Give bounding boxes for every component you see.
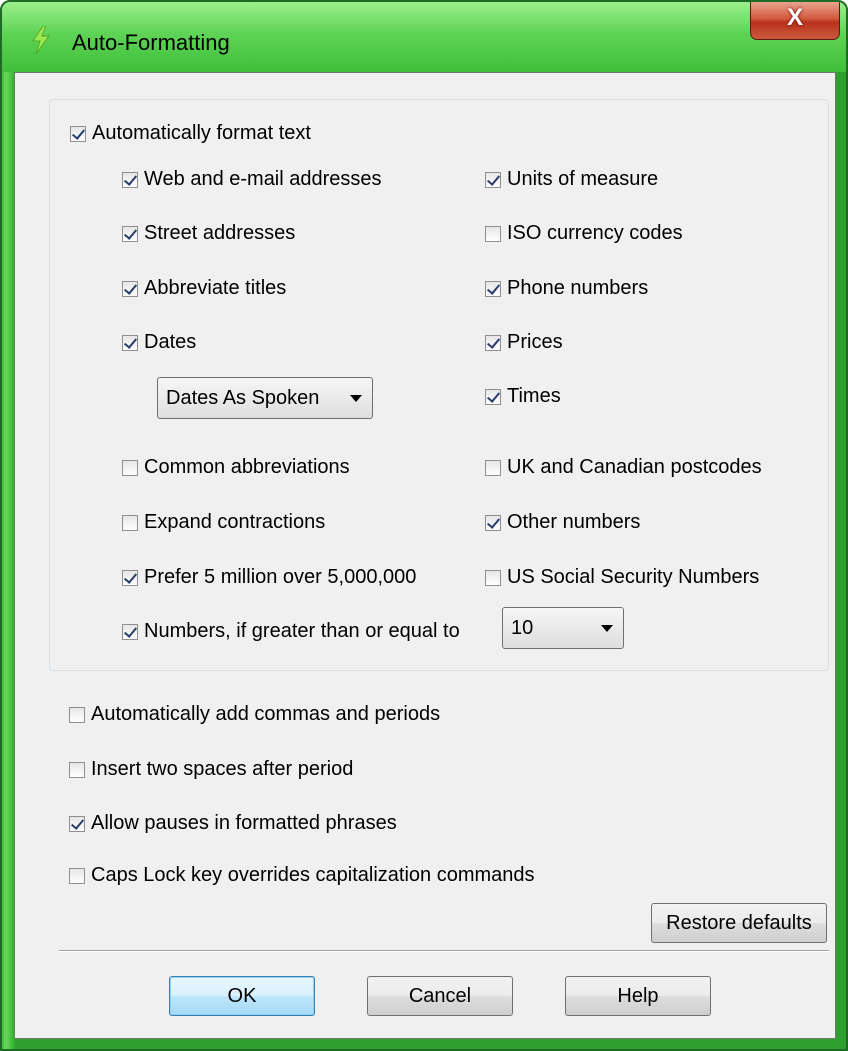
checkbox-box[interactable] xyxy=(485,459,501,476)
lightning-icon xyxy=(32,26,50,54)
restore-defaults-button[interactable]: Restore defaults xyxy=(651,903,827,943)
checkbox-box[interactable] xyxy=(485,569,501,586)
checkbox-box[interactable] xyxy=(69,867,85,884)
checkbox-label: Common abbreviations xyxy=(144,456,350,478)
checkbox-box[interactable] xyxy=(122,569,138,586)
checkbox-box[interactable] xyxy=(485,388,501,405)
uk-canadian-postcodes-checkbox[interactable]: UK and Canadian postcodes xyxy=(485,456,762,479)
close-icon: X xyxy=(786,4,803,31)
checkbox-label: Allow pauses in formatted phrases xyxy=(91,812,397,834)
times-checkbox[interactable]: Times xyxy=(485,385,561,408)
numbers-greater-than-checkbox[interactable]: Numbers, if greater than or equal to xyxy=(122,620,460,643)
window-title: Auto-Formatting xyxy=(72,30,230,55)
checkbox-box[interactable] xyxy=(69,761,85,778)
checkbox-label: Times xyxy=(507,385,561,407)
checkbox-label: Prices xyxy=(507,331,563,353)
ok-button[interactable]: OK xyxy=(169,976,315,1016)
common-abbreviations-checkbox[interactable]: Common abbreviations xyxy=(122,456,350,479)
caps-lock-overrides-checkbox[interactable]: Caps Lock key overrides capitalization c… xyxy=(69,864,535,887)
checkbox-label: Units of measure xyxy=(507,168,659,190)
prices-checkbox[interactable]: Prices xyxy=(485,331,563,354)
checkbox-label: Dates xyxy=(144,331,197,353)
format-text-group: Automatically format text Web and e-mail… xyxy=(49,99,829,671)
checkbox-box[interactable] xyxy=(122,514,138,531)
expand-contractions-checkbox[interactable]: Expand contractions xyxy=(122,511,325,534)
checkbox-box[interactable] xyxy=(485,171,501,188)
checkbox-box[interactable] xyxy=(485,280,501,297)
checkbox-box[interactable] xyxy=(122,225,138,242)
us-ssn-checkbox[interactable]: US Social Security Numbers xyxy=(485,566,759,589)
checkbox-label: Insert two spaces after period xyxy=(91,758,354,780)
dates-format-dropdown[interactable]: Dates As Spoken xyxy=(157,377,373,419)
checkbox-box[interactable] xyxy=(122,334,138,351)
checkbox-label: Expand contractions xyxy=(144,511,326,533)
checkbox-label: Street addresses xyxy=(144,222,296,244)
dialog-window: Auto-Formatting X Automatically format t… xyxy=(0,0,848,1051)
checkbox-label: Caps Lock key overrides capitalization c… xyxy=(91,864,535,886)
close-button[interactable]: X xyxy=(750,2,840,40)
checkbox-label: Automatically add commas and periods xyxy=(91,703,441,725)
allow-pauses-checkbox[interactable]: Allow pauses in formatted phrases xyxy=(69,812,397,835)
chevron-down-icon xyxy=(350,395,362,402)
checkbox-label: Numbers, if greater than or equal to xyxy=(144,620,460,642)
help-button[interactable]: Help xyxy=(565,976,711,1016)
checkbox-label: Abbreviate titles xyxy=(144,277,287,299)
checkbox-label: Automatically format text xyxy=(92,122,311,144)
checkbox-label: Other numbers xyxy=(507,511,641,533)
other-numbers-checkbox[interactable]: Other numbers xyxy=(485,511,640,534)
numbers-threshold-dropdown[interactable]: 10 xyxy=(502,607,624,649)
add-commas-periods-checkbox[interactable]: Automatically add commas and periods xyxy=(69,703,440,726)
checkbox-box[interactable] xyxy=(69,706,85,723)
checkbox-label: UK and Canadian postcodes xyxy=(507,456,762,478)
automatically-format-text-checkbox[interactable]: Automatically format text xyxy=(70,122,311,145)
checkbox-label: Prefer 5 million over 5,000,000 xyxy=(144,566,417,588)
dropdown-value: Dates As Spoken xyxy=(166,386,320,409)
street-addresses-checkbox[interactable]: Street addresses xyxy=(122,222,295,245)
checkbox-box[interactable] xyxy=(485,334,501,351)
checkbox-box[interactable] xyxy=(122,459,138,476)
checkbox-box[interactable] xyxy=(122,280,138,297)
dialog-client-area: Automatically format text Web and e-mail… xyxy=(14,72,836,1039)
two-spaces-after-period-checkbox[interactable]: Insert two spaces after period xyxy=(69,758,353,781)
units-of-measure-checkbox[interactable]: Units of measure xyxy=(485,168,658,191)
cancel-button[interactable]: Cancel xyxy=(367,976,513,1016)
divider xyxy=(59,950,829,952)
abbreviate-titles-checkbox[interactable]: Abbreviate titles xyxy=(122,277,286,300)
prefer-5-million-checkbox[interactable]: Prefer 5 million over 5,000,000 xyxy=(122,566,416,589)
chevron-down-icon xyxy=(601,625,613,632)
checkbox-label: Phone numbers xyxy=(507,277,649,299)
dates-checkbox[interactable]: Dates xyxy=(122,331,196,354)
title-bar[interactable]: Auto-Formatting X xyxy=(2,2,846,72)
checkbox-box[interactable] xyxy=(485,514,501,531)
checkbox-label: US Social Security Numbers xyxy=(507,566,760,588)
checkbox-box[interactable] xyxy=(70,125,86,142)
checkbox-box[interactable] xyxy=(69,815,85,832)
phone-numbers-checkbox[interactable]: Phone numbers xyxy=(485,277,648,300)
dropdown-value: 10 xyxy=(511,616,534,639)
iso-currency-codes-checkbox[interactable]: ISO currency codes xyxy=(485,222,683,245)
web-email-addresses-checkbox[interactable]: Web and e-mail addresses xyxy=(122,168,382,191)
checkbox-box[interactable] xyxy=(122,171,138,188)
checkbox-label: Web and e-mail addresses xyxy=(144,168,382,190)
checkbox-box[interactable] xyxy=(122,623,138,640)
checkbox-box[interactable] xyxy=(485,225,501,242)
checkbox-label: ISO currency codes xyxy=(507,222,683,244)
